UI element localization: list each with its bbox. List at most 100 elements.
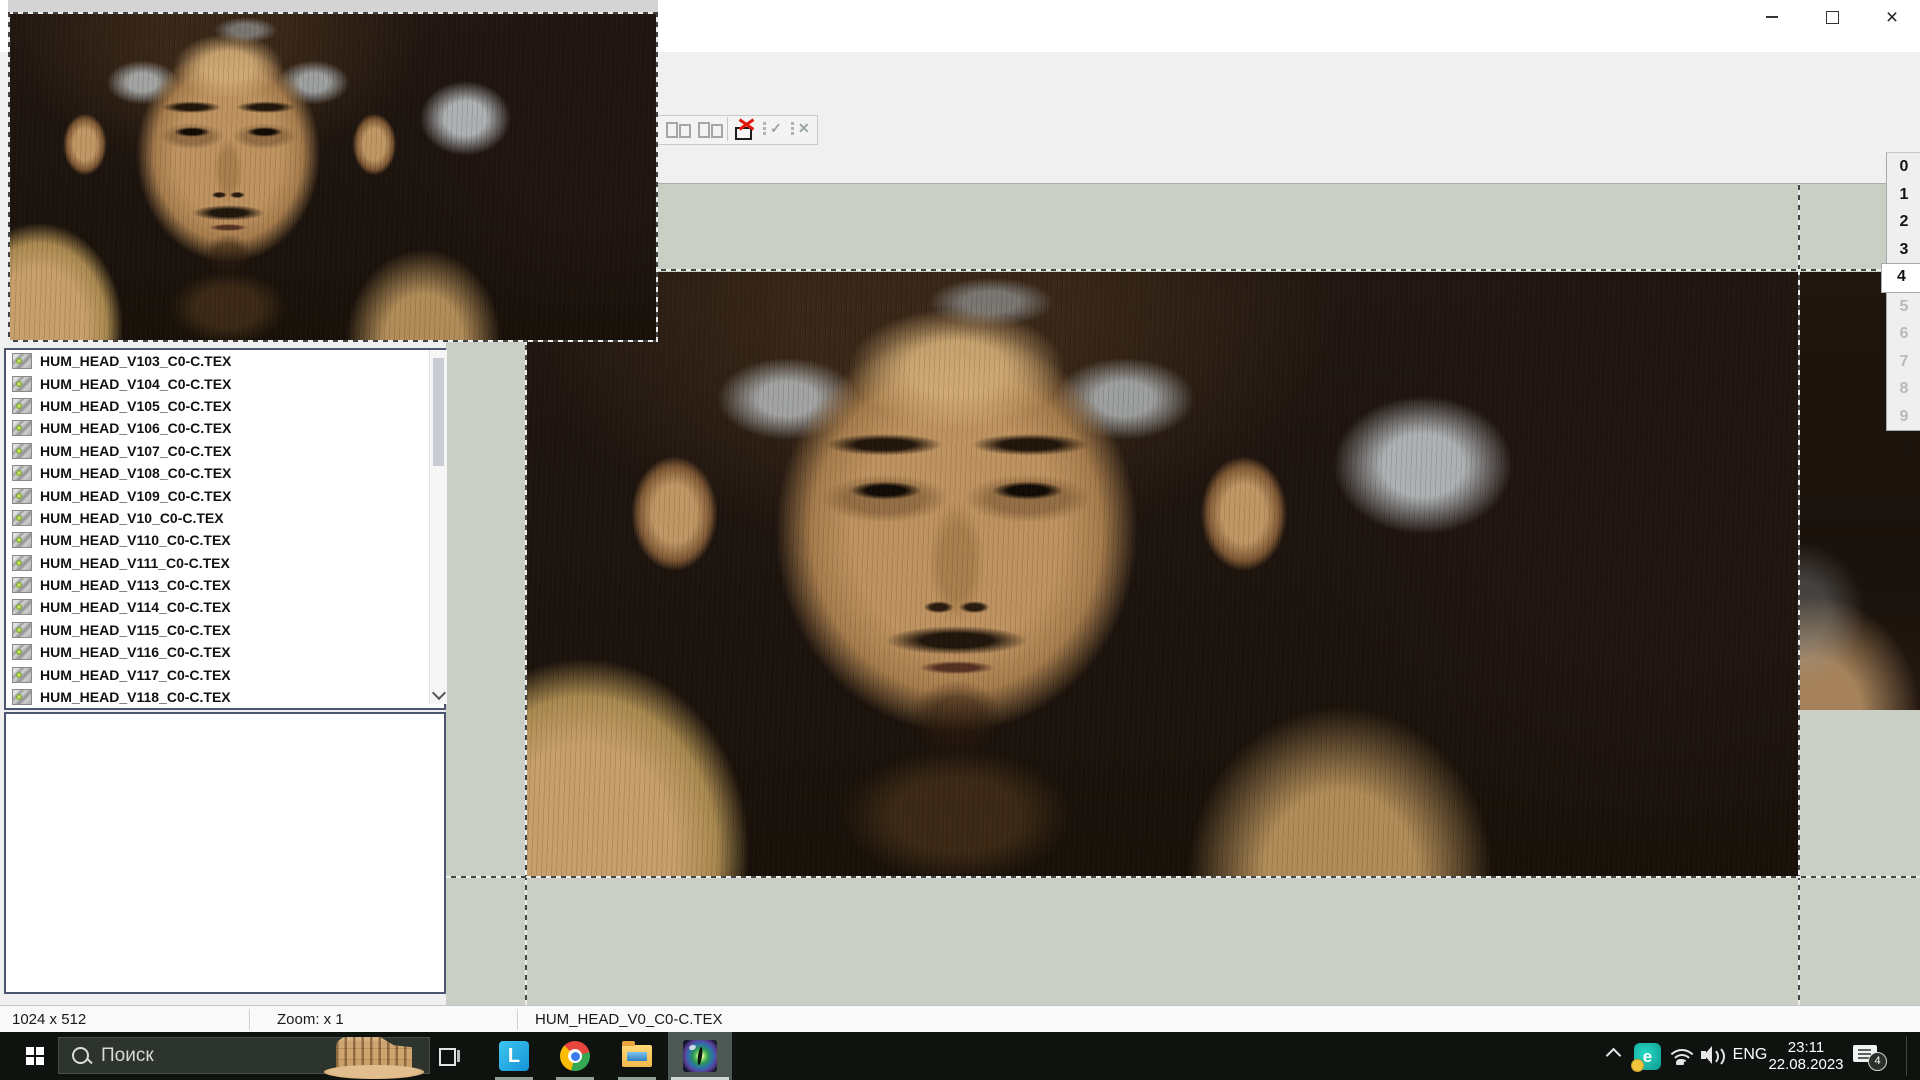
screen: × ✓ ✕ 0 1 2 3 4 5 6 [0, 0, 1920, 1080]
wifi-icon[interactable] [1668, 1045, 1696, 1065]
maximize-icon [1826, 11, 1839, 24]
texture-thumbnail-icon [12, 622, 32, 638]
scroll-down-icon[interactable] [432, 686, 446, 700]
maximize-button[interactable] [1807, 0, 1857, 34]
texture-thumbnail-icon [12, 376, 32, 392]
file-name: HUM_HEAD_V105_C0-C.TEX [40, 398, 231, 414]
texture-thumbnail-icon [12, 644, 32, 660]
language-indicator[interactable]: ENG [1730, 1046, 1770, 1064]
chrome-icon [560, 1041, 590, 1071]
file-name: HUM_HEAD_V113_C0-C.TEX [40, 577, 231, 593]
colosseum-app-button[interactable] [322, 1032, 426, 1080]
texture-thumbnail-icon [12, 510, 32, 526]
check-icon: ✓ [770, 120, 782, 137]
toolbar-separator [727, 117, 728, 141]
file-name: HUM_HEAD_V104_C0-C.TEX [40, 376, 231, 392]
texture-thumbnail-icon [12, 599, 32, 615]
texture-viewer-button[interactable] [668, 1032, 732, 1080]
preview-texture-image [10, 14, 656, 340]
file-name: HUM_HEAD_V116_C0-C.TEX [40, 644, 231, 660]
mip-level-button[interactable]: 5 [1887, 293, 1920, 321]
file-list-item[interactable]: HUM_HEAD_V116_C0-C.TEX [6, 641, 444, 663]
taskbar-clock[interactable]: 23:11 22.08.2023 [1766, 1039, 1846, 1073]
texture-file-list[interactable]: HUM_HEAD_V103_C0-C.TEX HUM_HEAD_V104_C0-… [4, 348, 446, 710]
file-explorer-button[interactable] [615, 1032, 659, 1080]
status-separator [517, 1009, 518, 1030]
pages-compare-button[interactable] [665, 118, 691, 140]
notification-badge: 4 [1868, 1052, 1887, 1071]
preview-image-area [8, 12, 658, 342]
antivirus-tray-icon[interactable]: e [1634, 1043, 1661, 1070]
apply-check-button[interactable]: ✓ [761, 118, 787, 140]
task-view-button[interactable] [427, 1032, 471, 1080]
file-list-item[interactable]: HUM_HEAD_V107_C0-C.TEX [6, 440, 444, 462]
export-cancel-flag-button[interactable] [733, 118, 759, 140]
texture-thumbnail-icon [12, 667, 32, 683]
task-view-icon [437, 1046, 461, 1066]
file-list-item[interactable]: HUM_HEAD_V109_C0-C.TEX [6, 484, 444, 506]
file-list-item[interactable]: HUM_HEAD_V108_C0-C.TEX [6, 462, 444, 484]
mip-level-button[interactable]: 0 [1887, 153, 1920, 181]
eye-app-icon [683, 1040, 717, 1072]
selection-guide-bottom [446, 876, 1920, 878]
file-list-item[interactable]: HUM_HEAD_V106_C0-C.TEX [6, 417, 444, 439]
texture-thumbnail-icon [12, 488, 32, 504]
pages-compare-alt-button[interactable] [697, 118, 723, 140]
chrome-button[interactable] [553, 1032, 597, 1080]
close-button[interactable]: × [1867, 0, 1917, 34]
file-list-item[interactable]: HUM_HEAD_V117_C0-C.TEX [6, 663, 444, 685]
mip-level-button[interactable]: 1 [1887, 181, 1920, 209]
file-name: HUM_HEAD_V111_C0-C.TEX [40, 555, 230, 571]
file-name: HUM_HEAD_V107_C0-C.TEX [40, 443, 231, 459]
apply-cancel-button[interactable]: ✕ [789, 118, 815, 140]
volume-icon[interactable] [1700, 1044, 1728, 1066]
texture-preview-window[interactable] [8, 0, 658, 342]
minimize-icon [1766, 16, 1778, 18]
scrollbar-thumb[interactable] [433, 358, 444, 466]
mip-level-button[interactable]: 4 [1881, 263, 1920, 293]
notification-center-button[interactable]: 4 [1852, 1043, 1880, 1067]
file-list-item[interactable]: HUM_HEAD_V10_C0-C.TEX [6, 507, 444, 529]
file-list-item[interactable]: HUM_HEAD_V111_C0-C.TEX [6, 552, 444, 574]
file-list-item[interactable]: HUM_HEAD_V118_C0-C.TEX [6, 686, 444, 708]
file-list-item[interactable]: HUM_HEAD_V105_C0-C.TEX [6, 395, 444, 417]
file-name: HUM_HEAD_V103_C0-C.TEX [40, 353, 231, 369]
file-name: HUM_HEAD_V109_C0-C.TEX [40, 488, 231, 504]
status-bar: 1024 x 512 Zoom: x 1 HUM_HEAD_V0_C0-C.TE… [0, 1005, 1920, 1033]
windows-logo-icon [26, 1047, 44, 1065]
mip-level-button[interactable]: 2 [1887, 208, 1920, 236]
empty-panel [4, 712, 446, 994]
l-app-button[interactable]: L [492, 1032, 536, 1080]
mip-level-selector: 0 1 2 3 4 5 6 7 8 9 [1886, 152, 1920, 431]
mip-level-button[interactable]: 9 [1887, 403, 1920, 431]
show-desktop-button[interactable] [1907, 1032, 1920, 1080]
mip-level-button[interactable]: 6 [1887, 320, 1920, 348]
texture-thumbnail-icon [12, 555, 32, 571]
texture-thumbnail-icon [12, 420, 32, 436]
file-list-item[interactable]: HUM_HEAD_V104_C0-C.TEX [6, 372, 444, 394]
start-button[interactable] [12, 1032, 58, 1080]
file-list-item[interactable]: HUM_HEAD_V114_C0-C.TEX [6, 596, 444, 618]
file-list-item[interactable]: HUM_HEAD_V113_C0-C.TEX [6, 574, 444, 596]
status-dimensions: 1024 x 512 [12, 1011, 86, 1028]
search-icon [72, 1047, 89, 1064]
status-filename: HUM_HEAD_V0_C0-C.TEX [535, 1011, 723, 1028]
mip-level-button[interactable]: 3 [1887, 236, 1920, 264]
file-name: HUM_HEAD_V108_C0-C.TEX [40, 465, 231, 481]
mip-level-button[interactable]: 7 [1887, 348, 1920, 376]
file-name: HUM_HEAD_V117_C0-C.TEX [40, 667, 231, 683]
file-name: HUM_HEAD_V110_C0-C.TEX [40, 532, 231, 548]
file-name: HUM_HEAD_V106_C0-C.TEX [40, 420, 231, 436]
file-list-scrollbar[interactable] [429, 350, 447, 704]
mip-level-button[interactable]: 8 [1887, 375, 1920, 403]
file-list-item[interactable]: HUM_HEAD_V103_C0-C.TEX [6, 350, 444, 372]
l-app-icon: L [499, 1041, 529, 1071]
status-zoom: Zoom: x 1 [277, 1011, 344, 1028]
file-list-item[interactable]: HUM_HEAD_V115_C0-C.TEX [6, 619, 444, 641]
preview-border-top [8, 12, 658, 14]
texture-thumbnail-icon [12, 577, 32, 593]
texture-thumbnail-icon [12, 689, 32, 705]
texture-image[interactable] [527, 272, 1798, 876]
file-list-item[interactable]: HUM_HEAD_V110_C0-C.TEX [6, 529, 444, 551]
minimize-button[interactable] [1747, 0, 1797, 34]
